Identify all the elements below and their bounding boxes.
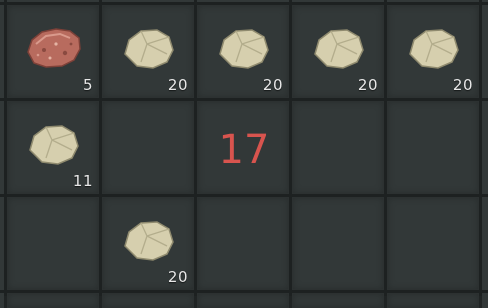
copper-ore-icon[interactable] (22, 22, 84, 74)
stone-icon[interactable] (307, 22, 369, 74)
stone-icon[interactable] (212, 22, 274, 74)
grid-edge (0, 293, 4, 308)
overlay-number: 17 (218, 127, 270, 173)
grid-edge (0, 5, 4, 98)
inventory-slot[interactable] (7, 293, 99, 308)
grid-edge (102, 0, 194, 2)
inventory-slot[interactable] (387, 293, 479, 308)
inventory-slot[interactable] (102, 101, 194, 194)
stone-icon[interactable] (22, 118, 84, 170)
item-count: 20 (452, 76, 473, 94)
stone-icon[interactable] (402, 22, 464, 74)
inventory-slot[interactable] (292, 197, 384, 290)
inventory-slot[interactable] (102, 293, 194, 308)
item-count: 20 (357, 76, 378, 94)
inventory-slot[interactable]: 20 (102, 197, 194, 290)
grid-edge (482, 293, 488, 308)
item-count: 11 (72, 172, 93, 190)
grid-edge (0, 101, 4, 194)
grid-edge (7, 0, 99, 2)
grid-edge (197, 0, 289, 2)
stone-icon[interactable] (117, 22, 179, 74)
inventory-slot[interactable] (387, 197, 479, 290)
item-count: 20 (167, 76, 188, 94)
stone-icon[interactable] (117, 214, 179, 266)
grid-edge (0, 197, 4, 290)
inventory-slot[interactable]: 20 (197, 5, 289, 98)
item-count: 5 (82, 76, 93, 94)
inventory-slot[interactable] (197, 293, 289, 308)
grid-edge (387, 0, 479, 2)
inventory-slot[interactable] (197, 197, 289, 290)
inventory-slot[interactable] (292, 293, 384, 308)
grid-edge (482, 0, 488, 2)
inventory-slot[interactable] (387, 101, 479, 194)
grid-edge (292, 0, 384, 2)
inventory-slot[interactable] (7, 197, 99, 290)
inventory-slot[interactable]: 11 (7, 101, 99, 194)
grid-edge (482, 5, 488, 98)
inventory-slot[interactable]: 20 (387, 5, 479, 98)
grid-edge (0, 0, 4, 2)
inventory-slot[interactable] (292, 101, 384, 194)
inventory-slot[interactable]: 20 (292, 5, 384, 98)
inventory-slot[interactable]: 5 (7, 5, 99, 98)
item-count: 20 (167, 268, 188, 286)
grid-edge (482, 197, 488, 290)
grid-edge (482, 101, 488, 194)
inventory-slot[interactable]: 20 (102, 5, 194, 98)
item-count: 20 (262, 76, 283, 94)
